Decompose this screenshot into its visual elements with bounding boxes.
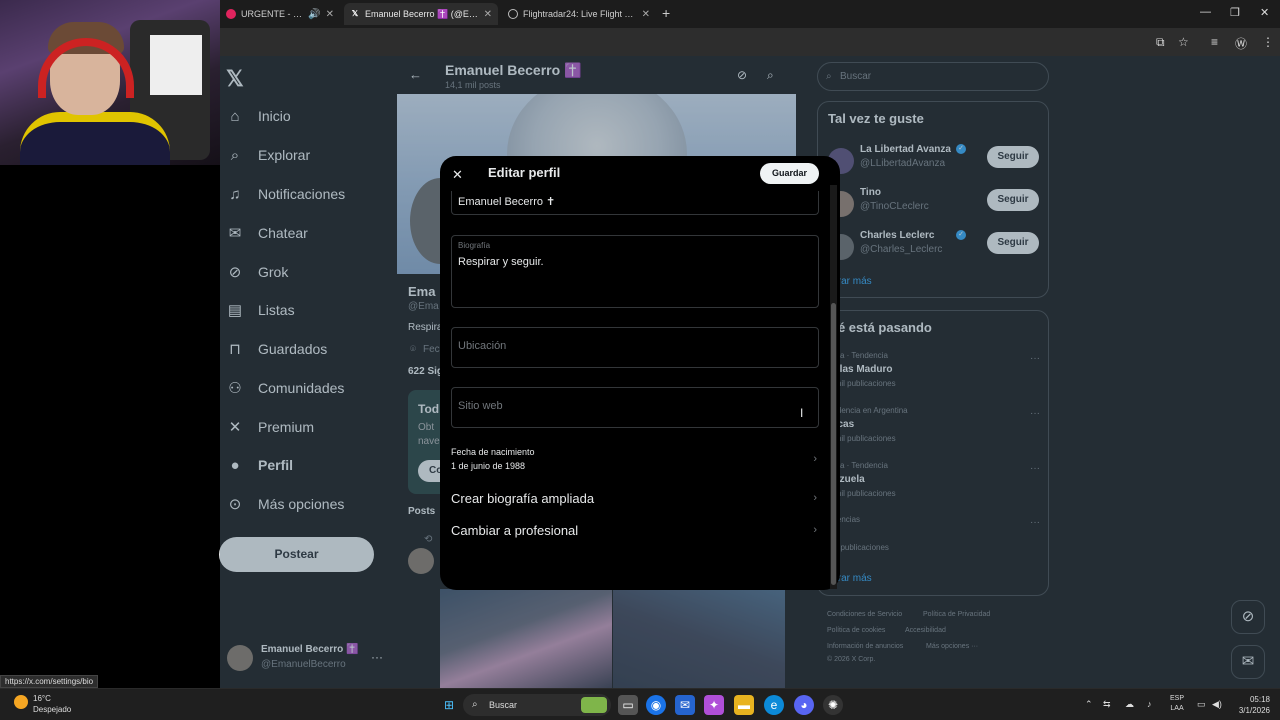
globe-icon: [508, 9, 518, 19]
network-icon[interactable]: ▭: [1197, 699, 1206, 710]
shirt-image: [20, 112, 170, 165]
cast-icon[interactable]: ⧉: [1156, 35, 1165, 50]
file-explorer-icon[interactable]: ▬: [734, 695, 754, 715]
birthdate-label: Fecha de nacimiento: [451, 447, 535, 457]
taskbar-search-label: Buscar: [489, 700, 518, 710]
minimize-icon[interactable]: —: [1200, 6, 1211, 18]
switch-pro-label: Cambiar a profesional: [451, 523, 579, 538]
layout-code: LAA: [1170, 705, 1184, 712]
windows-start-icon[interactable]: ⊞: [439, 695, 459, 715]
chevron-right-icon: ›: [813, 453, 817, 465]
close-tab-icon[interactable]: ✕: [326, 9, 334, 20]
app-icon[interactable]: ✺: [823, 695, 843, 715]
extended-bio-label: Crear biografía ampliada: [451, 491, 595, 506]
copilot-icon[interactable]: ✦: [704, 695, 724, 715]
scrollbar-thumb[interactable]: [831, 303, 836, 585]
tab-title: URGENTE - EXPLOS: [241, 9, 303, 19]
switch-pro-row[interactable]: Cambiar a profesional ›: [451, 520, 819, 542]
tab-title: Emanuel Becerro ✝️ (@Emanu: [365, 8, 479, 19]
tab-flightradar[interactable]: Flightradar24: Live Flight Tracke ✕: [502, 3, 656, 25]
window-close-icon[interactable]: ✕: [1260, 6, 1269, 19]
clock-time: 05:18: [1249, 695, 1270, 704]
weather-condition: Despejado: [33, 705, 72, 714]
screen: URGENTE - EXPLOS 🔊 ✕ 𝕏 Emanuel Becerro ✝…: [0, 0, 1280, 720]
website-field[interactable]: Sitio web: [451, 387, 819, 428]
poster-image: [150, 35, 202, 95]
cloud-icon[interactable]: ☁: [1125, 699, 1134, 710]
clock-date: 3/1/2026: [1238, 706, 1270, 715]
birthdate-value: 1 de junio de 1988: [451, 461, 526, 471]
maximize-icon[interactable]: ❐: [1230, 6, 1240, 19]
extended-bio-row[interactable]: Crear biografía ampliada ›: [451, 488, 819, 510]
tray-expand-icon[interactable]: ⌃: [1085, 699, 1093, 710]
taskbar: 16°C Despejado ⊞ ⌕ Buscar ▭ ◉ ✉ ✦ ▬ e ◕ …: [0, 688, 1280, 720]
volume-icon[interactable]: ◀): [1212, 699, 1222, 710]
location-field[interactable]: Ubicación: [451, 327, 819, 368]
chrome-icon[interactable]: ◉: [646, 695, 666, 715]
weather-temp: 16°C: [33, 694, 51, 703]
task-view-icon[interactable]: ▭: [618, 695, 638, 715]
search-highlight-image: [581, 697, 607, 713]
star-icon[interactable]: ☆: [1178, 35, 1189, 49]
status-url: https://x.com/settings/bio: [0, 675, 99, 688]
weather-widget[interactable]: 16°C Despejado: [14, 693, 104, 717]
menu-dots-icon[interactable]: ⋮: [1262, 35, 1274, 49]
new-tab-icon[interactable]: +: [662, 5, 670, 21]
birthdate-row[interactable]: Fecha de nacimiento 1 de junio de 1988 ›: [451, 442, 819, 478]
dialog-scrollbar[interactable]: [830, 185, 837, 589]
close-icon[interactable]: ✕: [452, 167, 463, 183]
edge-icon[interactable]: e: [764, 695, 784, 715]
sync-icon[interactable]: ⇆: [1103, 699, 1111, 710]
tab-urgente[interactable]: URGENTE - EXPLOS 🔊 ✕: [220, 3, 340, 25]
lang-code: ESP: [1170, 695, 1185, 702]
chevron-right-icon: ›: [813, 492, 817, 504]
save-button[interactable]: Guardar: [760, 163, 819, 184]
search-icon: ⌕: [472, 699, 478, 710]
name-field[interactable]: Emanuel Becerro ✝: [451, 191, 819, 215]
bio-value: Respirar y seguir.: [458, 256, 544, 268]
x-favicon-icon: 𝕏: [351, 9, 359, 18]
text-cursor-icon: I: [800, 406, 804, 420]
website-placeholder: Sitio web: [458, 400, 503, 412]
bio-label: Biografía: [458, 241, 491, 250]
speaker-icon[interactable]: 🔊: [308, 9, 320, 20]
dialog-title: Editar perfil: [488, 165, 561, 180]
name-value: Emanuel Becerro ✝: [458, 196, 556, 208]
clock[interactable]: 05:18 3/1/2026: [1232, 694, 1270, 716]
taskbar-search[interactable]: ⌕ Buscar: [463, 694, 611, 716]
mail-app-icon[interactable]: ✉: [675, 695, 695, 715]
chevron-right-icon: ›: [813, 524, 817, 536]
location-placeholder: Ubicación: [458, 340, 507, 352]
tab-emanuel[interactable]: 𝕏 Emanuel Becerro ✝️ (@Emanu ✕: [344, 3, 498, 25]
bio-field[interactable]: Biografía Respirar y seguir.: [451, 235, 819, 308]
reading-list-icon[interactable]: ≡: [1211, 35, 1218, 49]
close-tab-icon[interactable]: ✕: [484, 9, 492, 20]
mic-icon[interactable]: ♪: [1147, 699, 1152, 709]
discord-icon[interactable]: ◕: [794, 695, 814, 715]
tab-title: Flightradar24: Live Flight Tracke: [523, 9, 637, 19]
close-tab-icon[interactable]: ✕: [642, 9, 650, 20]
edit-profile-dialog: ✕ Editar perfil Guardar Emanuel Becerro …: [440, 156, 840, 590]
language-indicator[interactable]: ESP LAA: [1170, 694, 1184, 714]
webcam-overlay: [0, 0, 220, 165]
extension-icon[interactable]: Ⓦ: [1235, 35, 1247, 52]
tab-favicon: [226, 9, 236, 19]
weather-icon: [14, 695, 28, 709]
